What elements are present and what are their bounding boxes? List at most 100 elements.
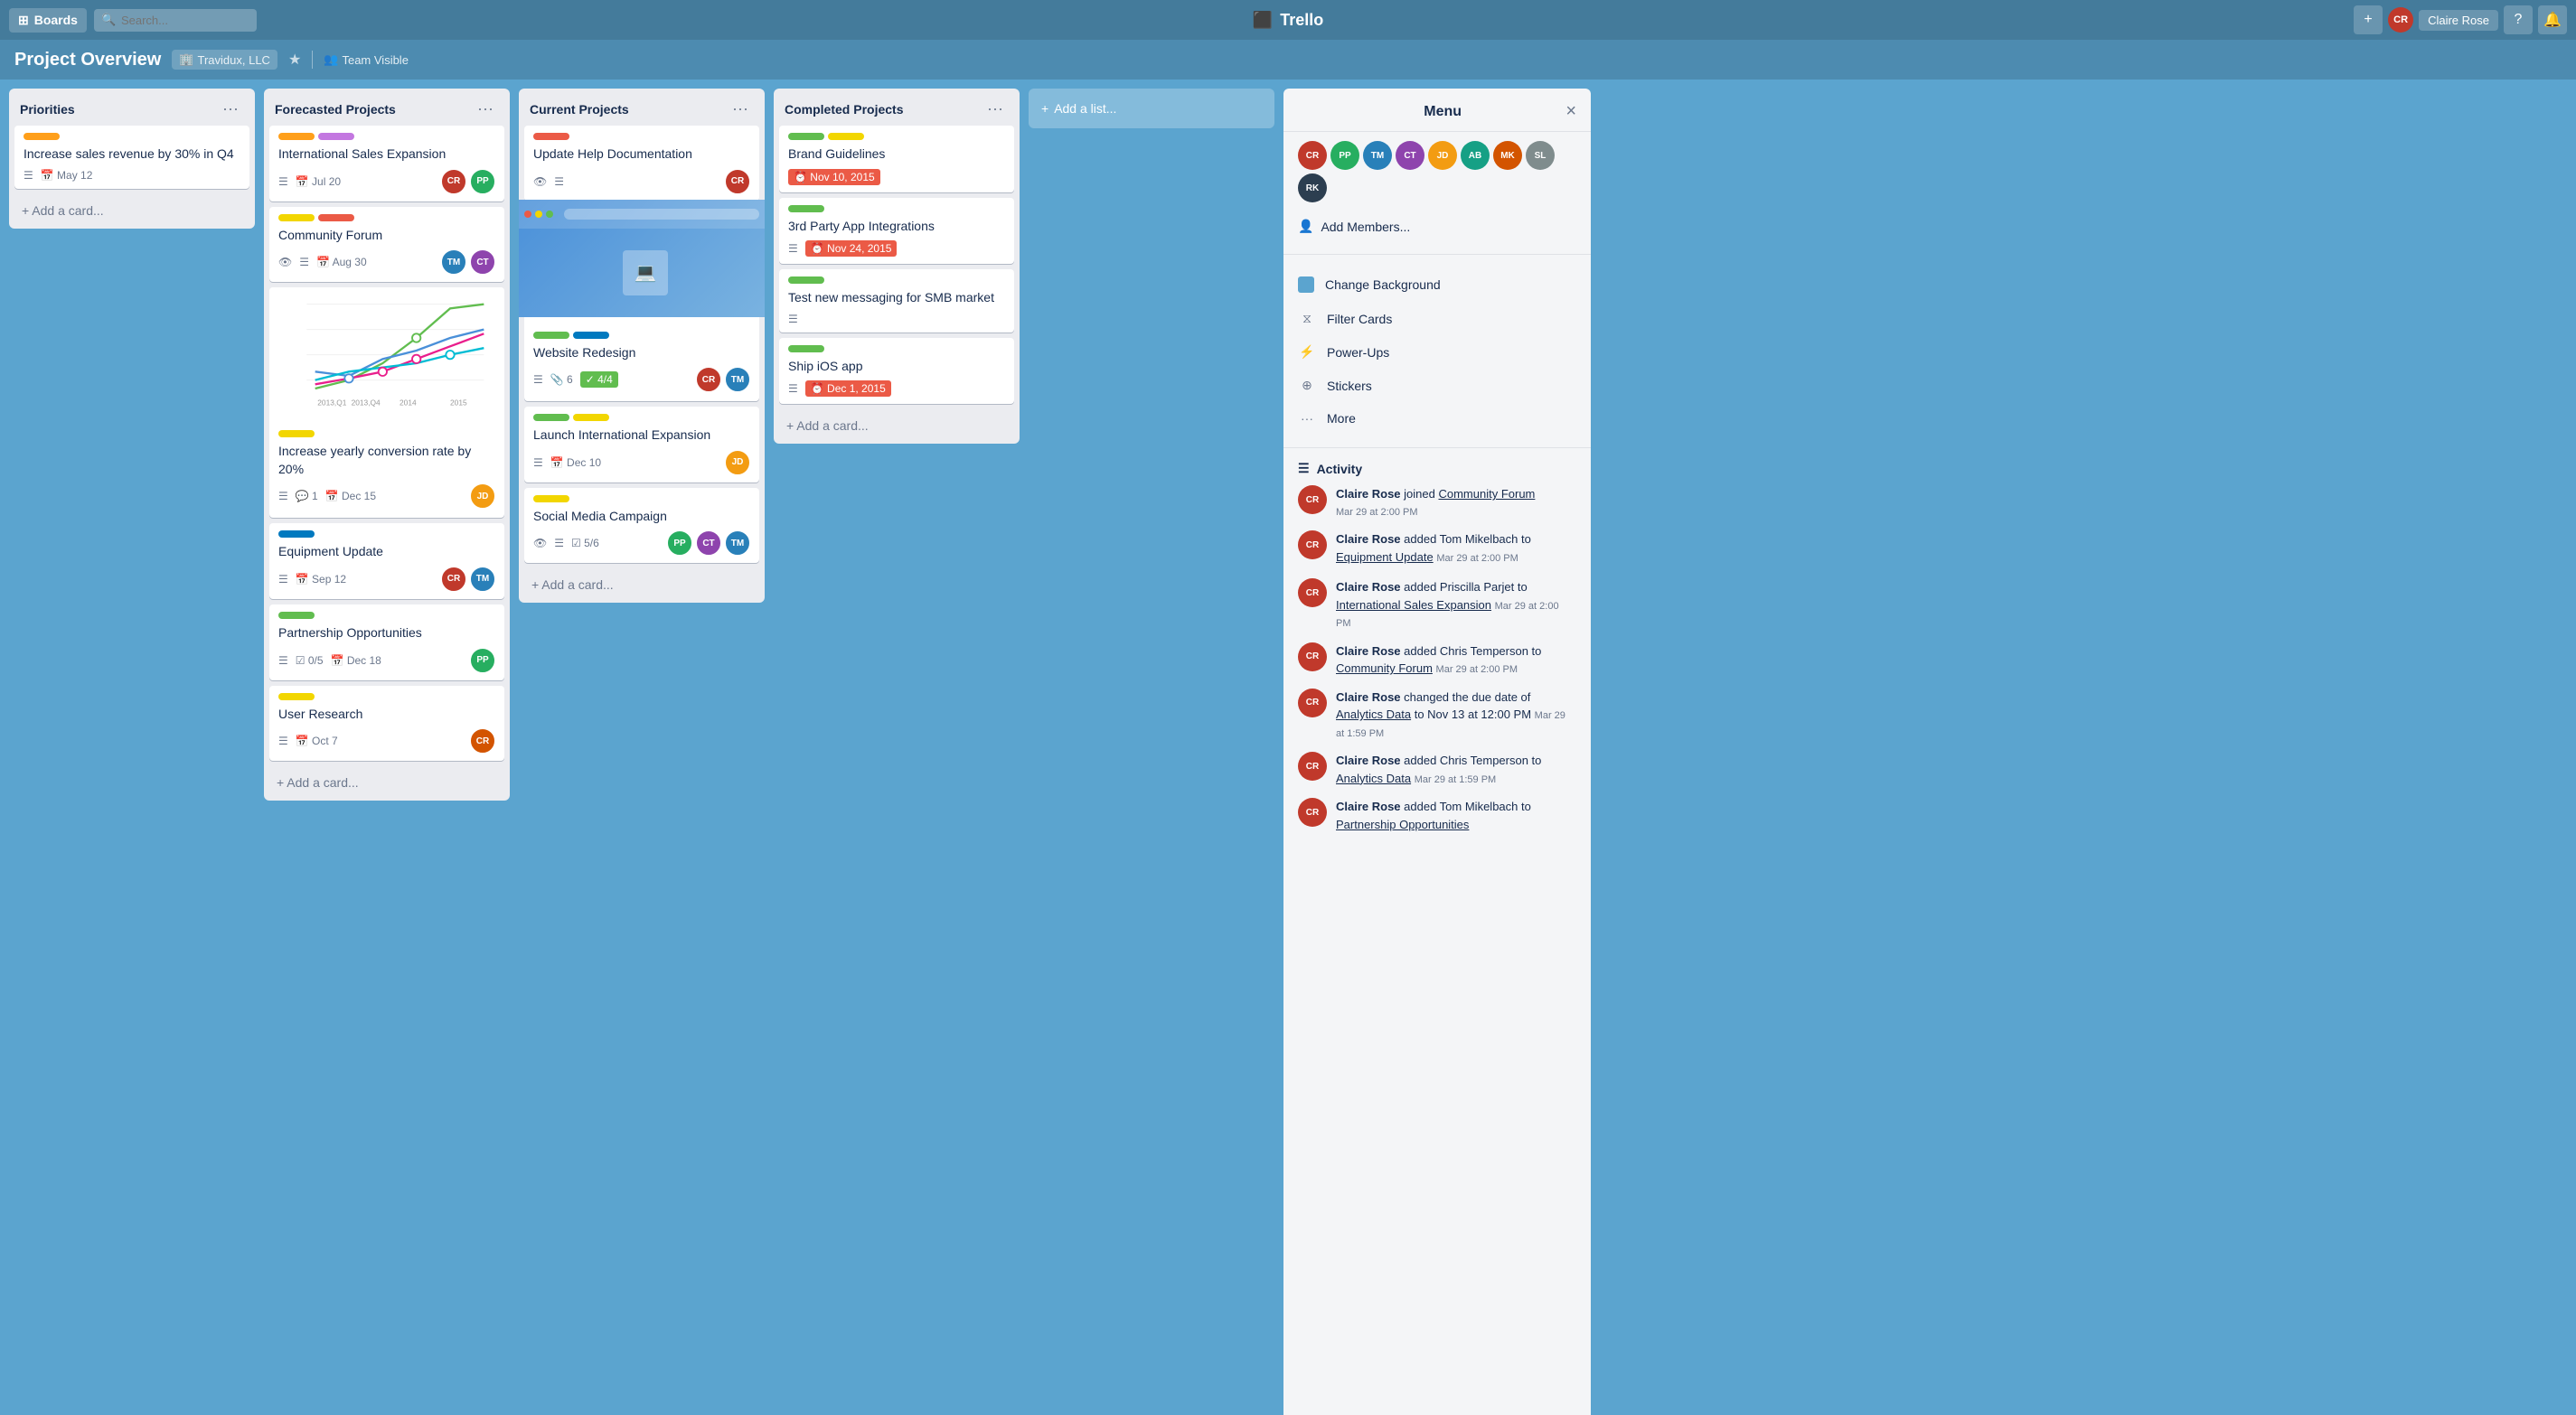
- list-forecasted-menu-button[interactable]: ···: [472, 98, 499, 120]
- card-brand-guidelines[interactable]: Brand Guidelines ⏰ Nov 10, 2015: [779, 126, 1014, 192]
- activity-link[interactable]: Equipment Update: [1336, 550, 1434, 564]
- add-card-button-forecasted[interactable]: + Add a card...: [269, 770, 504, 795]
- menu-close-button[interactable]: ×: [1565, 101, 1576, 122]
- card-title: Brand Guidelines: [788, 145, 1005, 164]
- card-conversion-rate[interactable]: 2013,Q1 2013,Q4 2014 2015: [269, 287, 504, 518]
- card-smb-messaging[interactable]: Test new messaging for SMB market ☰: [779, 269, 1014, 333]
- card-equipment-update[interactable]: Equipment Update ☰ 📅 Sep 12 CR TM: [269, 523, 504, 599]
- card-checklist: ☑ 0/5: [296, 654, 324, 667]
- card-list-icon: ☰: [24, 169, 33, 182]
- member-avatar: JD: [470, 483, 495, 509]
- menu-item-powerups[interactable]: ⚡ Power-Ups: [1298, 335, 1576, 369]
- add-list-button[interactable]: + Add a list...: [1029, 89, 1274, 128]
- card-help-docs[interactable]: Update Help Documentation 👁 ☰ CR: [524, 126, 759, 201]
- card-community-forum[interactable]: Community Forum 👁 ☰ 📅 Aug 30 TM CT: [269, 207, 504, 283]
- activity-item-6: CR Claire Rose added Chris Temperson to …: [1298, 752, 1576, 787]
- notifications-button[interactable]: 🔔: [2538, 5, 2567, 34]
- card-labels: [278, 133, 495, 140]
- menu-item-filter[interactable]: ⧖ Filter Cards: [1298, 302, 1576, 335]
- user-avatar[interactable]: CR: [2388, 7, 2413, 33]
- member-avatar-5[interactable]: JD: [1428, 141, 1457, 170]
- preview-content: 💻: [606, 250, 677, 295]
- menu-members-section: CR PP TM CT JD AB MK SL RK 👤 Add Members…: [1283, 132, 1591, 250]
- activity-text: Claire Rose added Chris Temperson to Com…: [1336, 642, 1576, 678]
- board-title[interactable]: Project Overview: [14, 50, 161, 70]
- menu-item-change-bg[interactable]: Change Background: [1298, 267, 1576, 302]
- nav-right: + CR Claire Rose ? 🔔: [2354, 5, 2567, 34]
- list-current-footer: + Add a card...: [519, 568, 765, 603]
- list-completed-menu-button[interactable]: ···: [982, 98, 1009, 120]
- help-button[interactable]: ?: [2504, 5, 2533, 34]
- member-avatar-2[interactable]: PP: [1330, 141, 1359, 170]
- list-priorities-menu-button[interactable]: ···: [217, 98, 244, 120]
- add-card-button-priorities[interactable]: + Add a card...: [14, 198, 249, 223]
- board-header: Project Overview 🏢 Travidux, LLC ★ 👥 Tea…: [0, 40, 2576, 80]
- user-menu-button[interactable]: Claire Rose: [2419, 10, 2498, 31]
- list-forecasted: Forecasted Projects ··· International Sa…: [264, 89, 510, 801]
- card-3rd-party[interactable]: 3rd Party App Integrations ☰ ⏰ Nov 24, 2…: [779, 198, 1014, 265]
- card-list-icon: ☰: [278, 573, 288, 586]
- card-due-date: 📅 May 12: [41, 169, 93, 182]
- card-members: CR TM: [696, 367, 750, 392]
- search-input[interactable]: [94, 9, 257, 32]
- activity-link[interactable]: Analytics Data: [1336, 772, 1411, 785]
- activity-link[interactable]: Community Forum: [1438, 487, 1535, 501]
- card-title: Equipment Update: [278, 543, 495, 561]
- card-meta: 👁 ☰ CR: [533, 169, 750, 194]
- expand-dot: [546, 211, 553, 218]
- card-partnership[interactable]: Partnership Opportunities ☰ ☑ 0/5 📅 Dec …: [269, 604, 504, 680]
- card-labels: [278, 693, 495, 700]
- activity-link[interactable]: Partnership Opportunities: [1336, 818, 1469, 831]
- member-avatar-8[interactable]: SL: [1526, 141, 1555, 170]
- star-button[interactable]: ★: [288, 51, 301, 69]
- member-avatar-7[interactable]: MK: [1493, 141, 1522, 170]
- member-avatar-4[interactable]: CT: [1396, 141, 1424, 170]
- add-button[interactable]: +: [2354, 5, 2383, 34]
- menu-item-stickers[interactable]: ⊕ Stickers: [1298, 369, 1576, 402]
- label-green: [788, 276, 824, 284]
- member-avatar-6[interactable]: AB: [1461, 141, 1490, 170]
- member-avatar-9[interactable]: RK: [1298, 173, 1327, 202]
- card-list-icon: ☰: [278, 735, 288, 747]
- menu-item-more[interactable]: ··· More: [1298, 402, 1576, 435]
- add-card-button-current[interactable]: + Add a card...: [524, 572, 759, 597]
- card-intl-sales[interactable]: International Sales Expansion ☰ 📅 Jul 20…: [269, 126, 504, 201]
- add-members-label: Add Members...: [1321, 220, 1410, 234]
- activity-link[interactable]: Community Forum: [1336, 661, 1433, 675]
- activity-link[interactable]: International Sales Expansion: [1336, 598, 1491, 612]
- card-social-media[interactable]: Social Media Campaign 👁 ☰ ☑ 5/6 PP CT TM: [524, 488, 759, 564]
- card-due-date: 📅 Dec 15: [325, 490, 376, 502]
- card-launch-intl[interactable]: Launch International Expansion ☰ 📅 Dec 1…: [524, 407, 759, 483]
- activity-item-1: CR Claire Rose joined Community Forum Ma…: [1298, 485, 1576, 520]
- list-forecasted-cards: International Sales Expansion ☰ 📅 Jul 20…: [264, 126, 510, 766]
- member-avatar: CR: [441, 567, 466, 592]
- label-red: [318, 214, 354, 221]
- boards-button[interactable]: ⊞ Boards: [9, 8, 87, 33]
- list-current-menu-button[interactable]: ···: [727, 98, 754, 120]
- menu-actions-section: Change Background ⧖ Filter Cards ⚡ Power…: [1283, 258, 1591, 444]
- grid-icon: ⊞: [18, 13, 29, 28]
- add-members-button[interactable]: 👤 Add Members...: [1298, 211, 1576, 241]
- card-increase-sales[interactable]: Increase sales revenue by 30% in Q4 ☰ 📅 …: [14, 126, 249, 189]
- top-navigation: ⊞ Boards 🔍 ⬛ Trello + CR Claire Rose ? 🔔: [0, 0, 2576, 40]
- card-ship-ios[interactable]: Ship iOS app ☰ ⏰ Dec 1, 2015: [779, 338, 1014, 405]
- board-org[interactable]: 🏢 Travidux, LLC: [172, 50, 277, 70]
- card-eye-icon: 👁: [278, 256, 292, 268]
- visibility-indicator[interactable]: 👥 Team Visible: [324, 52, 409, 67]
- activity-link[interactable]: Analytics Data: [1336, 708, 1411, 721]
- member-avatar-3[interactable]: TM: [1363, 141, 1392, 170]
- card-user-research[interactable]: User Research ☰ 📅 Oct 7 CR: [269, 686, 504, 762]
- add-card-button-completed[interactable]: + Add a card...: [779, 413, 1014, 438]
- card-meta: ☰ 📅 Jul 20 CR PP: [278, 169, 495, 194]
- card-labels: [533, 495, 750, 502]
- building-icon: 🏢: [179, 52, 193, 67]
- board-org-name: Travidux, LLC: [198, 53, 270, 67]
- card-title: Test new messaging for SMB market: [788, 289, 1005, 307]
- menu-divider-1: [1283, 254, 1591, 255]
- list-current: Current Projects ··· Update Help Documen…: [519, 89, 765, 603]
- list-priorities-footer: + Add a card...: [9, 194, 255, 229]
- member-avatar-1[interactable]: CR: [1298, 141, 1327, 170]
- activity-icon: ☰: [1298, 461, 1310, 476]
- card-website-redesign[interactable]: 💻 Website Redesign ☰ 📎 6 ✓ 4/4 CR: [524, 200, 759, 402]
- activity-item-7: CR Claire Rose added Tom Mikelbach to Pa…: [1298, 798, 1576, 833]
